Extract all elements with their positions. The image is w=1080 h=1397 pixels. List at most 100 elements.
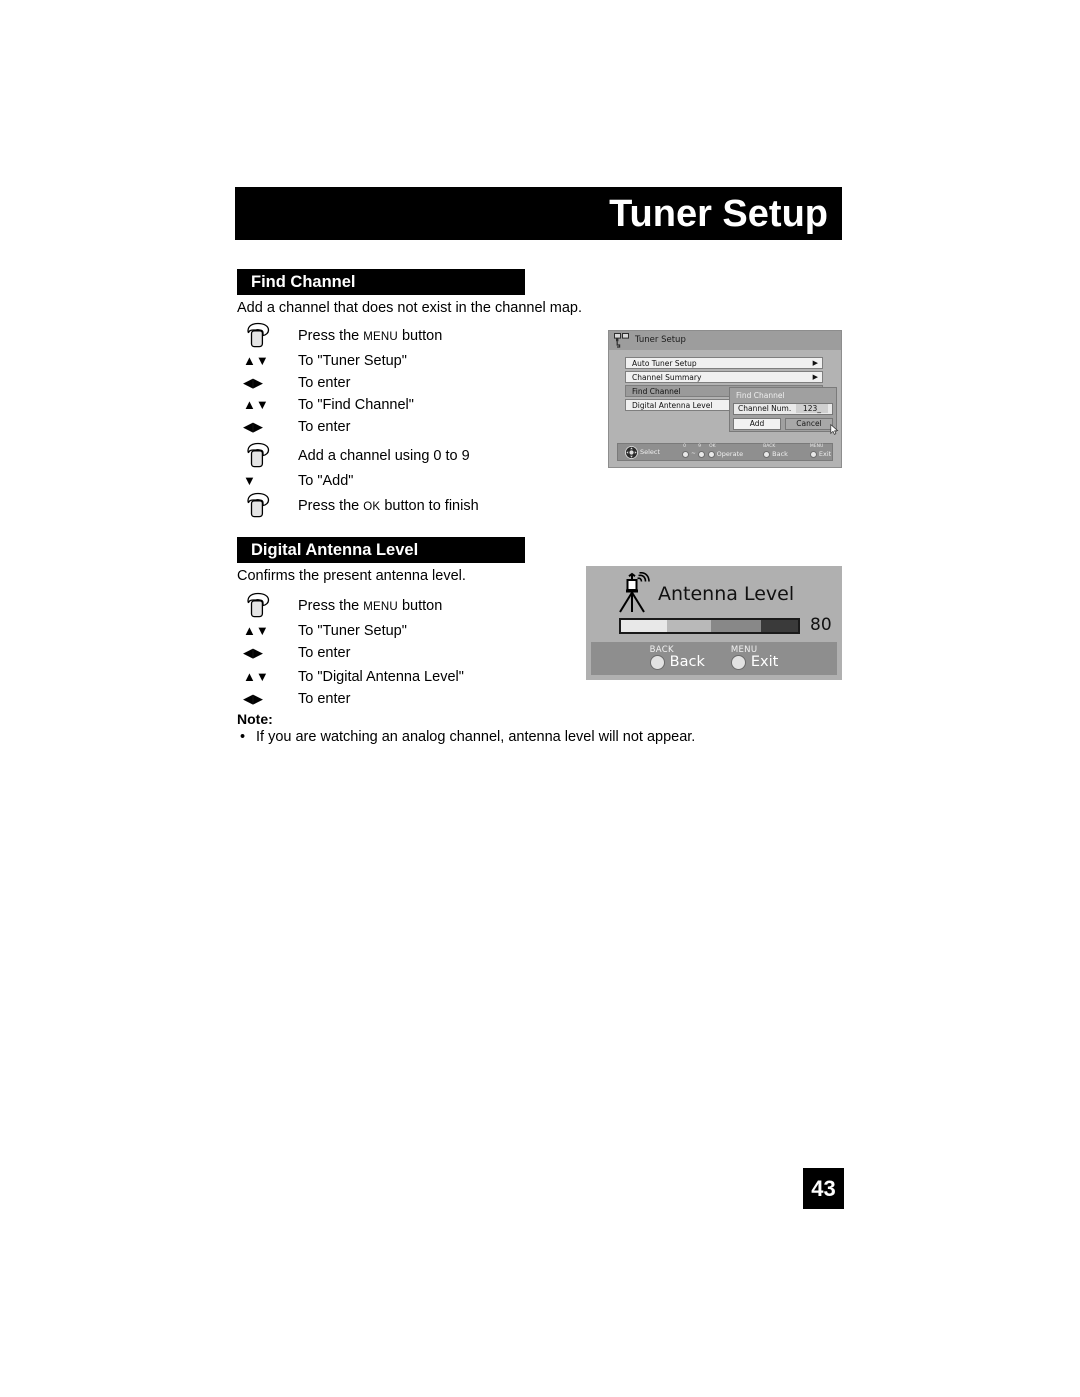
legend-separator: ~ — [691, 450, 696, 457]
step-row: ◀▶ To enter — [240, 642, 464, 664]
antenna-level-meter: 80 — [619, 617, 832, 634]
osd-titlebar: Tuner Setup — [609, 331, 841, 350]
step-label: To "Tuner Setup" — [298, 623, 407, 639]
note-text: • If you are watching an analog channel, … — [240, 729, 695, 745]
up-down-arrows-icon: ▲▼ — [243, 397, 269, 412]
note-label: Note: — [237, 711, 273, 727]
dpad-icon — [625, 445, 638, 459]
step-label: To enter — [298, 691, 351, 707]
hand-press-icon — [240, 492, 298, 520]
button-dot-back — [649, 654, 665, 670]
osd-menu-item-label: Channel Summary — [632, 372, 702, 382]
channel-number-value: 123_ — [795, 404, 828, 413]
osd-footer-legend: Select 0 ~ 9 OK Operate BACK Back MENU E… — [617, 443, 833, 461]
legend-cap-back: BACK — [763, 444, 776, 449]
osd-dialog-buttons: Add Cancel — [733, 417, 839, 435]
step-row: ▼ To "Add" — [240, 470, 479, 492]
step-label: To "Digital Antenna Level" — [298, 669, 464, 685]
left-right-arrows-icon: ◀▶ — [243, 691, 263, 706]
osd-find-channel-dialog: Find Channel Channel Num. 123_ Add Cance… — [729, 387, 839, 435]
section-heading-label: Find Channel — [251, 272, 356, 291]
left-right-arrows-icon: ◀▶ — [243, 375, 263, 390]
steps-list-find-channel: Press the MENU button ▲▼ To "Tuner Setup… — [240, 322, 479, 520]
button-dot-menu — [730, 654, 746, 670]
antenna-level-value: 80 — [810, 615, 832, 635]
section-heading-find-channel: Find Channel — [237, 269, 525, 295]
legend-back: BACK Back — [763, 444, 788, 460]
step-row: Press the OK button to finish — [240, 492, 479, 520]
section-heading-digital-antenna-level: Digital Antenna Level — [237, 537, 525, 563]
legend-exit-label: Exit — [818, 450, 832, 459]
step-label: Press the MENU button — [298, 328, 443, 344]
button-dot-ok — [707, 451, 715, 458]
left-right-arrows-icon: ◀▶ — [243, 419, 263, 434]
step-row: ▲▼ To "Tuner Setup" — [240, 350, 479, 372]
step-label: To "Find Channel" — [298, 397, 414, 413]
legend-back-label: Back — [772, 450, 788, 459]
step-row: ◀▶ To enter — [240, 416, 479, 438]
add-button[interactable]: Add — [733, 417, 781, 430]
bar-segment-3 — [710, 619, 761, 632]
steps-list-digital-antenna-level: Press the MENU button ▲▼ To "Tuner Setup… — [240, 592, 464, 710]
note-body-text: If you are watching an analog channel, a… — [256, 729, 696, 745]
legend-select: Select — [620, 444, 660, 460]
antenna-menu-cap: MENU — [730, 644, 758, 655]
osd-menu-item-auto-tuner-setup[interactable]: Auto Tuner Setup ▶ — [625, 357, 823, 369]
osd-screenshot-tuner-setup: Tuner Setup Auto Tuner Setup ▶ Channel S… — [608, 330, 842, 468]
page-title: Tuner Setup — [609, 192, 828, 235]
up-down-arrows-icon: ▲▼ — [243, 669, 269, 684]
channel-number-label: Channel Num. — [738, 404, 792, 413]
key-name-menu: MENU — [363, 601, 398, 613]
cancel-button-label: Cancel — [796, 419, 822, 428]
antenna-exit-label: Exit — [750, 653, 779, 670]
button-dot-9 — [697, 451, 705, 458]
osd-screenshot-antenna-level: Antenna Level 80 BACK Back MENU Exit — [586, 566, 842, 680]
osd-menu-item-label: Digital Antenna Level — [632, 400, 713, 410]
antenna-back-button[interactable]: BACK Back — [649, 644, 705, 670]
step-row: ◀▶ To enter — [240, 688, 464, 710]
down-arrow-icon: ▼ — [243, 473, 256, 488]
step-label: To enter — [298, 375, 351, 391]
channel-number-field[interactable]: Channel Num. 123_ — [733, 402, 833, 415]
legend-key-ok: OK — [709, 444, 716, 449]
cancel-button[interactable]: Cancel — [785, 417, 839, 435]
legend-key-0: 0 — [683, 444, 686, 449]
mouse-pointer-icon — [830, 424, 839, 435]
osd-menu-item-channel-summary[interactable]: Channel Summary ▶ — [625, 371, 823, 383]
antenna-icon — [619, 572, 650, 613]
tv-tuner-icon — [614, 333, 629, 348]
legend-operate: 0 ~ 9 OK Operate — [682, 444, 743, 460]
antenna-back-label: Back — [669, 653, 705, 670]
step-label: Press the OK button to finish — [298, 498, 479, 514]
bar-segment-2 — [666, 619, 711, 632]
antenna-exit-button[interactable]: MENU Exit — [730, 644, 779, 670]
chevron-right-icon: ▶ — [812, 373, 818, 381]
button-dot-back — [763, 451, 771, 458]
bar-segment-1 — [621, 619, 667, 632]
step-label: To "Tuner Setup" — [298, 353, 407, 369]
button-dot-menu — [809, 451, 817, 458]
legend-cap-menu: MENU — [809, 444, 824, 449]
section-intro-find-channel: Add a channel that does not exist in the… — [237, 300, 583, 316]
key-name-ok: OK — [363, 501, 381, 513]
key-name-menu: MENU — [363, 331, 398, 343]
section-heading-label: Digital Antenna Level — [251, 540, 419, 559]
osd-title: Tuner Setup — [635, 335, 686, 346]
legend-key-9: 9 — [698, 444, 701, 449]
step-row: ▲▼ To "Find Channel" — [240, 394, 479, 416]
note-bullet: • — [240, 729, 246, 745]
step-label: To enter — [298, 419, 351, 435]
osd-antenna-header: Antenna Level — [612, 572, 794, 616]
chevron-right-icon: ▶ — [812, 359, 818, 367]
legend-exit: MENU Exit — [809, 444, 832, 460]
osd-menu-item-label: Auto Tuner Setup — [632, 358, 697, 368]
hand-press-icon — [240, 322, 298, 350]
step-row: ▲▼ To "Digital Antenna Level" — [240, 666, 464, 688]
legend-select-label: Select — [640, 447, 661, 456]
legend-operate-label: Operate — [716, 450, 744, 459]
antenna-back-cap: BACK — [649, 644, 674, 655]
step-row: Press the MENU button — [240, 592, 464, 620]
button-dot-0 — [682, 451, 690, 458]
bar-segment-4 — [760, 619, 798, 632]
step-row: ◀▶ To enter — [240, 372, 479, 394]
